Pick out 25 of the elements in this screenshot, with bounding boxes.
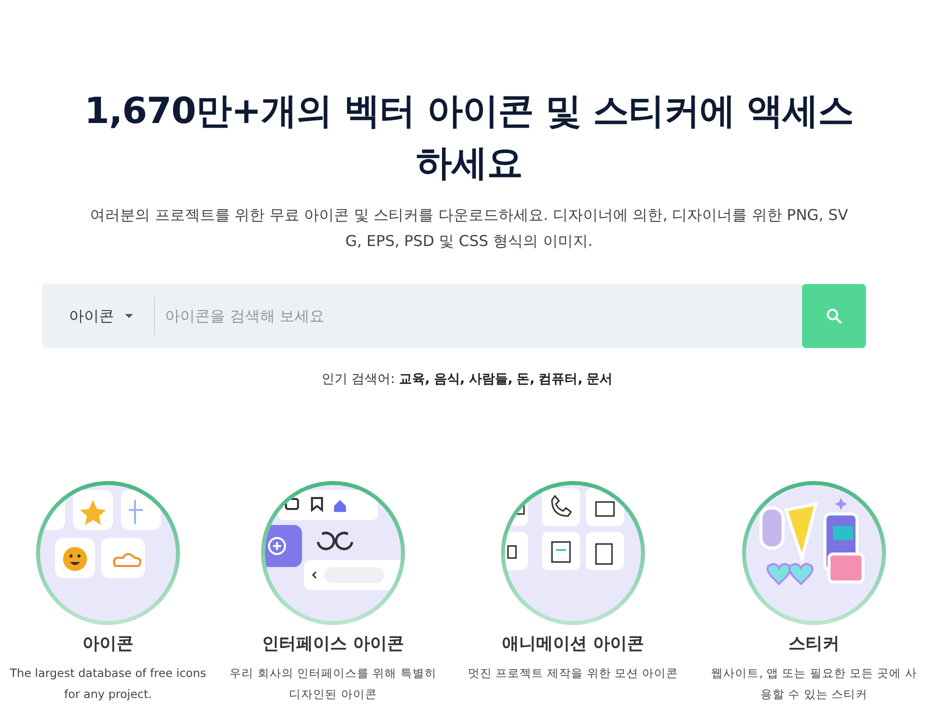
category-dropdown[interactable]: 아이콘: [42, 296, 154, 336]
category-title[interactable]: 인터페이스 아이콘: [262, 632, 404, 655]
category-title[interactable]: 아이콘: [82, 632, 134, 655]
popular-search-link[interactable]: 돈,: [516, 372, 535, 387]
category-title[interactable]: 스티커: [788, 632, 840, 655]
line-icons-drawing[interactable]: [500, 480, 646, 626]
popular-search-link[interactable]: 문서: [586, 372, 613, 387]
hero-subtitle: 여러분의 프로젝트를 위한 무료 아이콘 및 스티커를 다운로드하세요. 디자이너에 의한, 디자이너를 위한 PNG, SVG, EPS, PSD 및 CSS 형식의 이미지.: [89, 205, 849, 252]
category-description: 웹사이트, 앱 또는 필요한 모든 곳에 사용할 수 있는 스티커: [710, 665, 918, 703]
popular-search-link[interactable]: 사람들,: [468, 372, 513, 387]
category-description: The largest database of free icons for any project.: [8, 665, 208, 703]
category-title[interactable]: 애니메이션 아이콘: [502, 632, 644, 655]
search-icon: [826, 308, 842, 324]
category-description: 멋진 프로젝트 제작을 위한 모션 아이콘: [467, 665, 679, 682]
icon-collage-drawing[interactable]: [35, 480, 181, 626]
category-description: 우리 회사의 인터페이스를 위해 특별히 디자인된 아이콘: [228, 665, 438, 703]
interface-icons-drawing[interactable]: [260, 480, 406, 626]
popular-label: 인기 검색어:: [321, 372, 395, 387]
stickers-drawing[interactable]: [741, 480, 887, 626]
popular-search-link[interactable]: 컴퓨터,: [538, 372, 583, 387]
hero-title: 1,670만+개의 벡터 아이콘 및 스티커에 액세스하세요: [83, 90, 855, 186]
popular-search-link[interactable]: 교육,: [398, 372, 430, 387]
popular-search-link[interactable]: 음식,: [434, 372, 465, 387]
caret-icon: [124, 313, 134, 319]
search-field[interactable]: 아이콘 아이콘을 검색해 보세요: [42, 284, 802, 348]
